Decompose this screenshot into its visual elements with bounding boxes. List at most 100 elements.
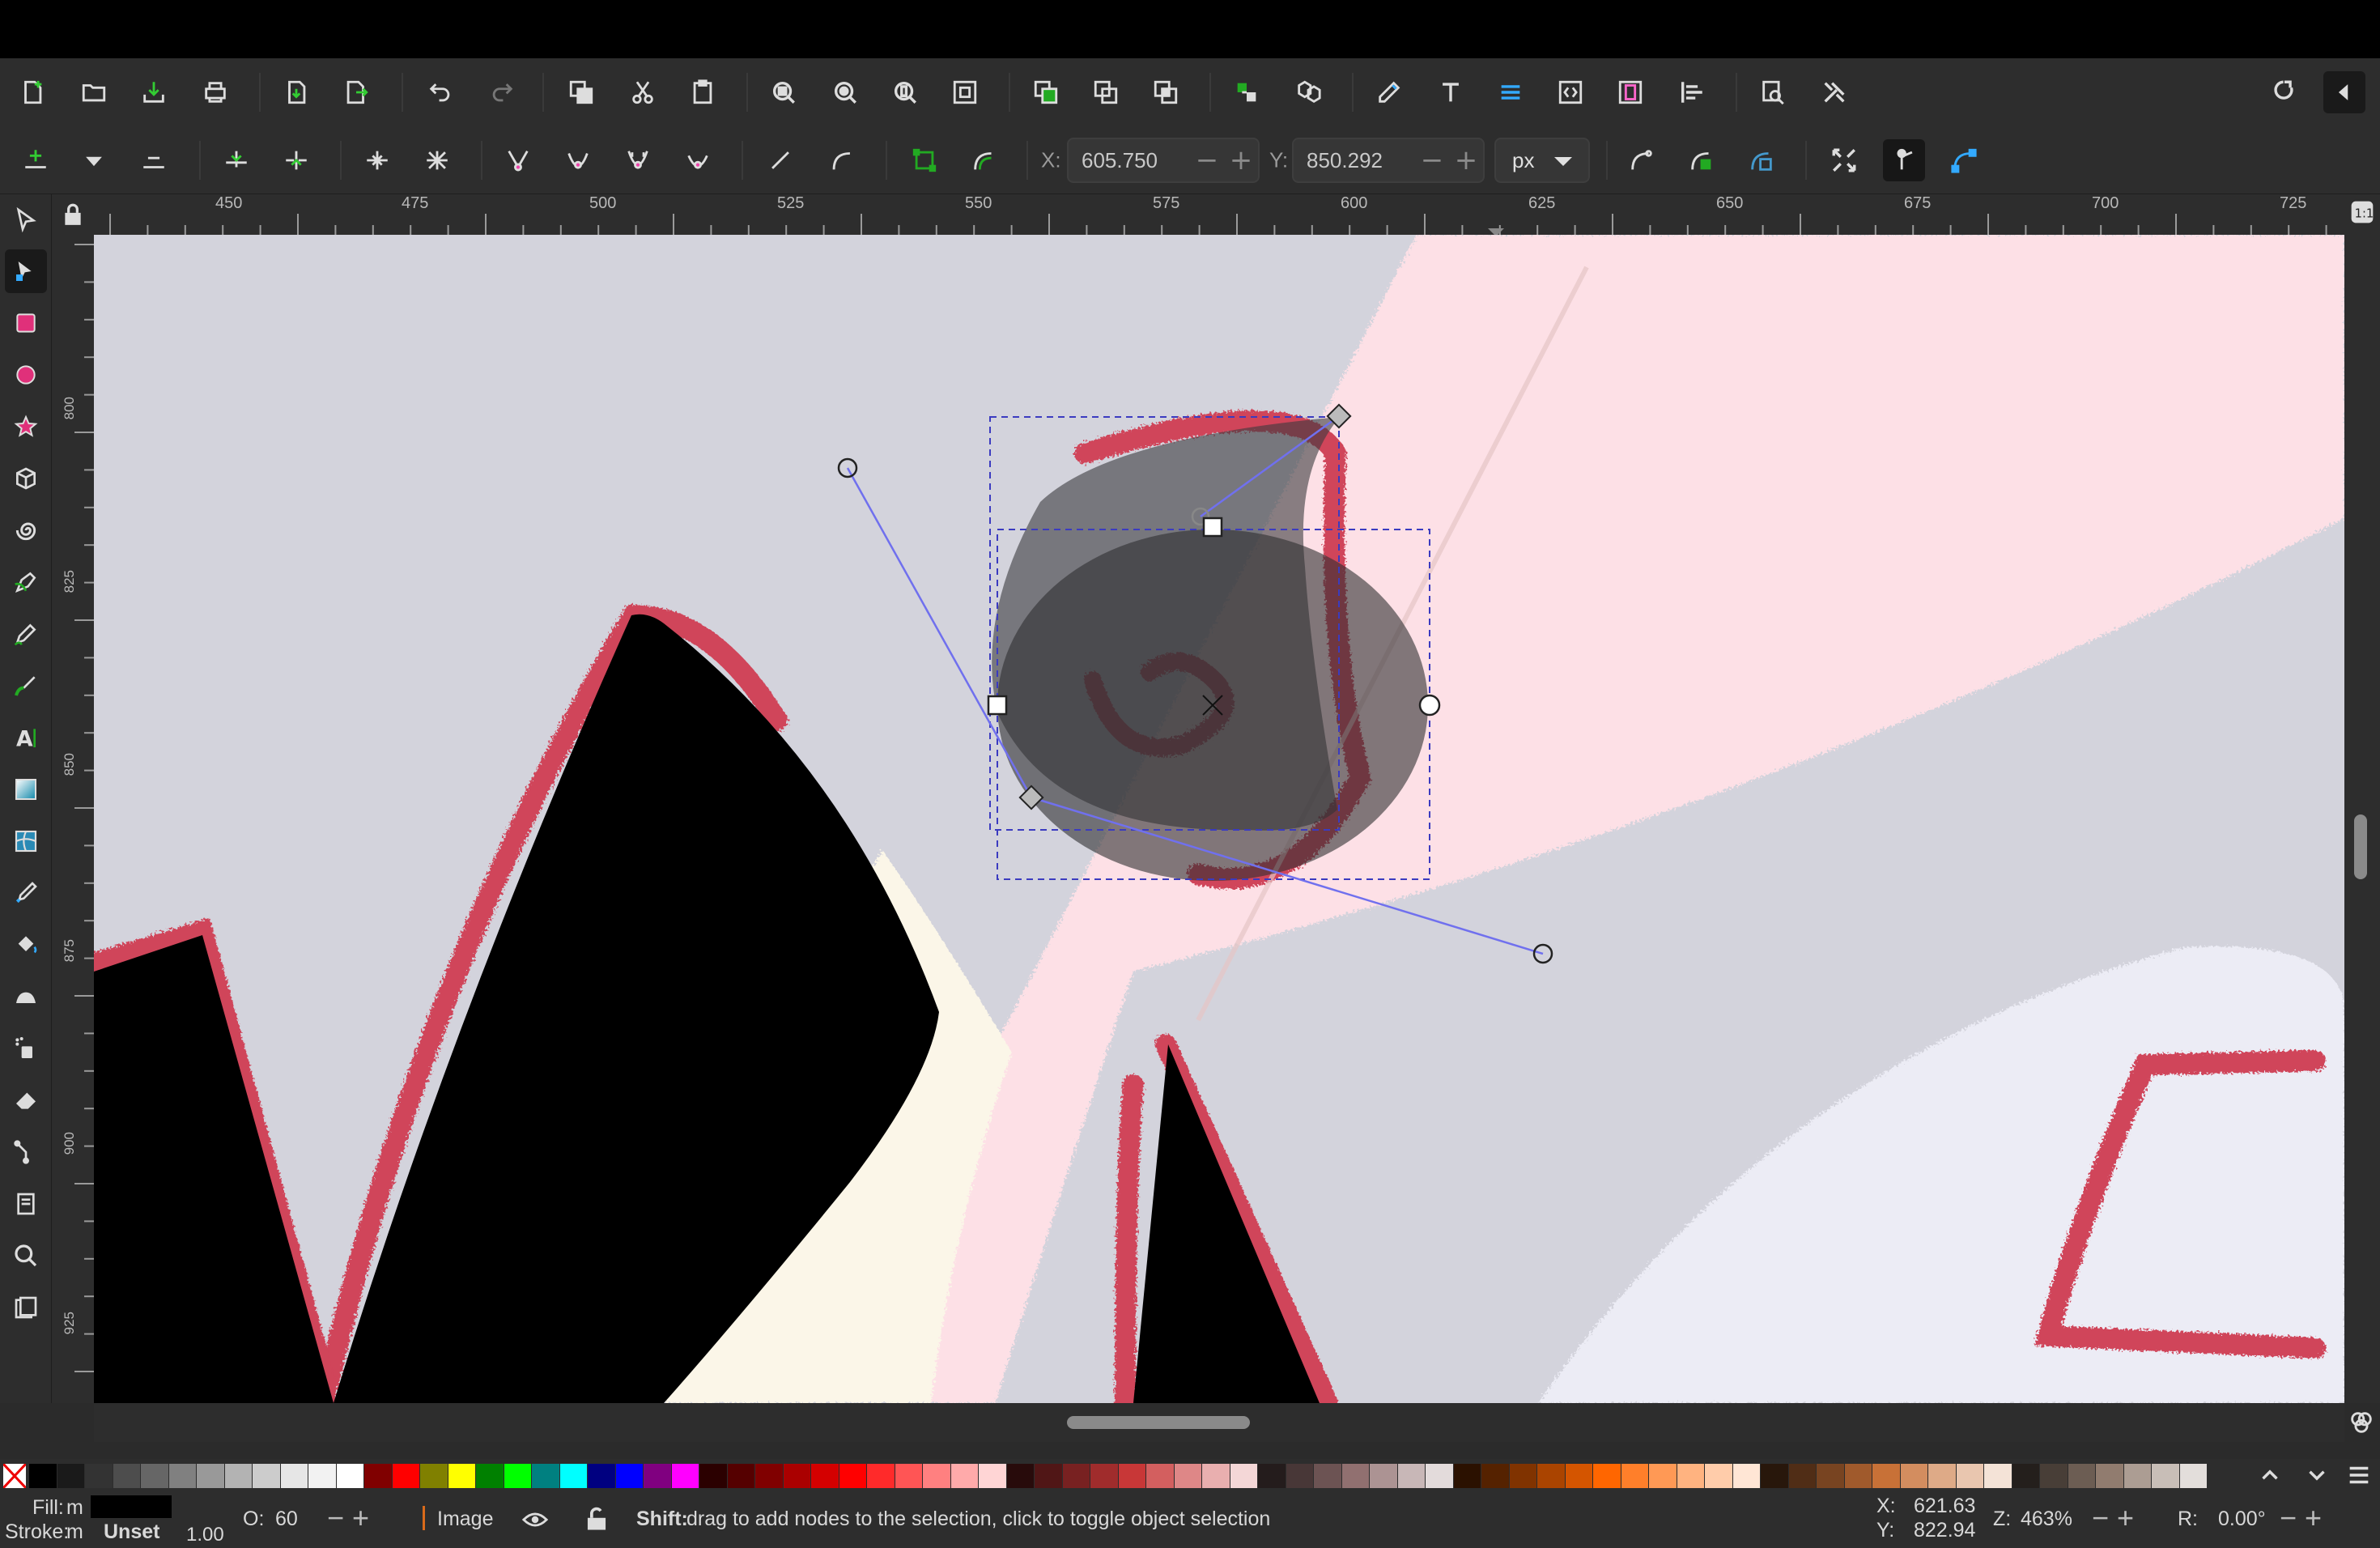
path-effects-icon[interactable] [1621,139,1663,181]
color-swatch[interactable] [1844,1464,1872,1488]
color-swatch[interactable] [1146,1464,1174,1488]
plus-icon[interactable]: + [1230,144,1253,176]
color-swatch[interactable] [224,1464,252,1488]
color-swatch[interactable] [1370,1464,1397,1488]
color-swatch[interactable] [85,1464,113,1488]
color-swatch[interactable] [1537,1464,1565,1488]
color-swatch[interactable] [895,1464,922,1488]
delete-segment-icon[interactable] [416,139,458,181]
visibility-eye-icon[interactable] [521,1506,549,1533]
redo-icon[interactable] [481,71,523,113]
show-transform-handles-icon[interactable] [1823,139,1865,181]
color-swatch[interactable] [1286,1464,1313,1488]
color-swatch[interactable] [699,1464,727,1488]
clone-icon[interactable] [1145,71,1187,113]
color-swatch[interactable] [1062,1464,1090,1488]
color-swatch[interactable] [1984,1464,2012,1488]
color-swatch[interactable] [588,1464,615,1488]
color-swatch[interactable] [1174,1464,1201,1488]
fill-stroke-icon[interactable] [1549,71,1592,113]
color-swatch[interactable] [1006,1464,1034,1488]
symmetric-node-icon[interactable] [617,139,659,181]
color-swatch[interactable] [420,1464,448,1488]
zoom-page-icon[interactable] [884,71,926,113]
drawing-canvas[interactable] [94,235,2344,1403]
color-swatch[interactable] [1035,1464,1062,1488]
raise-icon[interactable] [1226,71,1268,113]
rectangle-tool-icon[interactable] [5,301,47,345]
color-swatch[interactable] [197,1464,224,1488]
color-swatch[interactable] [336,1464,363,1488]
text-font-icon[interactable] [1430,71,1472,113]
zoom-page-width-icon[interactable] [944,71,986,113]
3d-box-tool-icon[interactable] [5,457,47,500]
color-swatch[interactable] [1230,1464,1257,1488]
new-document-icon[interactable] [11,71,53,113]
x-stepper[interactable]: − + [1190,144,1258,176]
unlock-icon[interactable] [584,1506,609,1532]
gradient-tool-icon[interactable] [5,768,47,811]
import-icon[interactable] [275,71,317,113]
mask-icon[interactable] [1740,139,1783,181]
rotation-stepper[interactable]: − + [2280,1501,2322,1535]
color-swatch[interactable] [1761,1464,1788,1488]
join-segment-icon[interactable] [356,139,398,181]
curve-segment-icon[interactable] [821,139,863,181]
mesh-tool-icon[interactable] [5,819,47,863]
opacity-value[interactable]: 60 [275,1508,298,1531]
paint-bucket-tool-icon[interactable] [5,923,47,967]
current-layer[interactable]: Image [437,1508,493,1531]
object-to-path-icon[interactable] [903,139,946,181]
color-swatch[interactable] [113,1464,140,1488]
node-tool-icon[interactable] [5,249,47,293]
vertical-scroll-thumb[interactable] [2354,814,2367,879]
color-swatch[interactable] [2040,1464,2068,1488]
zoom-tool-icon[interactable] [5,1234,47,1278]
horizontal-scrollbar[interactable] [94,1403,2344,1442]
zoom-selection-icon[interactable] [763,71,805,113]
color-swatch[interactable] [671,1464,699,1488]
color-swatch[interactable] [979,1464,1006,1488]
pages-tool-icon[interactable] [5,1182,47,1226]
chevron-down-icon[interactable] [1554,157,1572,166]
insert-node-dropdown-icon[interactable] [73,139,115,181]
color-swatch[interactable] [2123,1464,2151,1488]
color-swatch[interactable] [1426,1464,1453,1488]
color-swatch[interactable] [504,1464,531,1488]
calligraphy-tool-icon[interactable] [5,664,47,708]
color-swatch[interactable] [141,1464,168,1488]
color-swatch[interactable] [1621,1464,1648,1488]
paste-icon[interactable] [682,71,724,113]
x-coordinate-value[interactable]: 605.750 [1069,148,1190,173]
color-swatch[interactable] [867,1464,895,1488]
stroke-to-path-icon[interactable] [963,139,1005,181]
unit-value[interactable]: px [1512,148,1534,173]
color-swatch[interactable] [1928,1464,1956,1488]
color-swatch[interactable] [1677,1464,1704,1488]
color-swatch[interactable] [1900,1464,1927,1488]
x-coordinate-field[interactable]: 605.750 − + [1067,138,1260,183]
color-swatch[interactable] [253,1464,280,1488]
color-swatch[interactable] [392,1464,419,1488]
palette-menu-icon[interactable] [2338,1454,2380,1496]
dropper-tool-icon[interactable] [5,871,47,915]
rotation-value[interactable]: 0.00° [2218,1508,2266,1531]
color-swatch[interactable] [950,1464,978,1488]
color-swatch[interactable] [2179,1464,2207,1488]
ungroup-icon[interactable] [1085,71,1127,113]
pen-tool-icon[interactable] [5,560,47,604]
color-swatch[interactable] [1397,1464,1425,1488]
color-swatch[interactable] [1956,1464,1983,1488]
clip-path-icon[interactable] [1681,139,1723,181]
stroke-indicator[interactable]: Unset [104,1520,159,1544]
print-icon[interactable] [194,71,236,113]
group-icon[interactable] [1025,71,1067,113]
fill-indicator[interactable] [91,1495,172,1518]
text-tool-icon[interactable]: A [5,716,47,759]
zoom-stepper[interactable]: − + [2092,1501,2134,1535]
star-tool-icon[interactable] [5,405,47,449]
align-distribute-icon[interactable] [1671,71,1713,113]
color-swatch[interactable] [1509,1464,1536,1488]
color-swatch[interactable] [811,1464,839,1488]
color-swatch[interactable] [1341,1464,1369,1488]
